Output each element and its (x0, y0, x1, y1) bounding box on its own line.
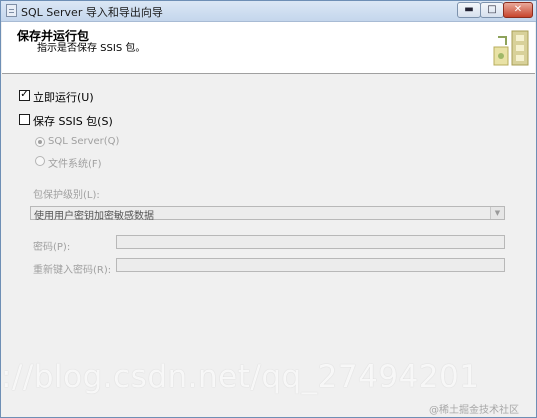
confirm-password-label: 重新键入密码(R): (33, 265, 112, 276)
wizard-window: SQL Server 导入和导出向导 ▬ □ ✕ 保存并运行包 指示是否保存 S… (0, 0, 537, 418)
watermark-credit: @稀土掘金技术社区 (429, 405, 519, 416)
app-icon (6, 4, 17, 17)
file-system-label: 文件系统(F) (48, 159, 102, 170)
save-package-checkbox[interactable] (19, 114, 30, 125)
watermark-url: ://blog.csdn.net/qq_27494201 (1, 359, 480, 395)
chevron-down-icon[interactable]: ▼ (490, 207, 504, 219)
package-icon (493, 30, 529, 66)
sql-server-radio[interactable] (35, 137, 45, 147)
run-immediately-checkbox[interactable]: ✓ (19, 90, 30, 101)
sql-server-label: SQL Server(Q) (48, 136, 120, 147)
maximize-button[interactable]: □ (480, 2, 504, 18)
protection-level-value: 使用用户密钥加密敏感数据 (34, 211, 154, 222)
password-label: 密码(P): (33, 242, 71, 253)
save-package-label[interactable]: 保存 SSIS 包(S) (33, 113, 113, 129)
page-subtitle: 指示是否保存 SSIS 包。 (37, 43, 146, 54)
confirm-password-field[interactable] (116, 258, 505, 272)
close-button[interactable]: ✕ (503, 2, 533, 18)
protection-level-select[interactable]: 使用用户密钥加密敏感数据 ▼ (30, 206, 505, 222)
file-system-radio[interactable] (35, 156, 45, 166)
password-field[interactable] (116, 235, 505, 249)
window-title: SQL Server 导入和导出向导 (21, 6, 163, 19)
page-header: 保存并运行包 指示是否保存 SSIS 包。 (2, 22, 535, 74)
run-immediately-label[interactable]: 立即运行(U) (33, 89, 94, 105)
minimize-button[interactable]: ▬ (457, 2, 481, 18)
protection-level-label: 包保护级别(L): (33, 190, 100, 201)
title-bar[interactable]: SQL Server 导入和导出向导 ▬ □ ✕ (1, 1, 536, 22)
